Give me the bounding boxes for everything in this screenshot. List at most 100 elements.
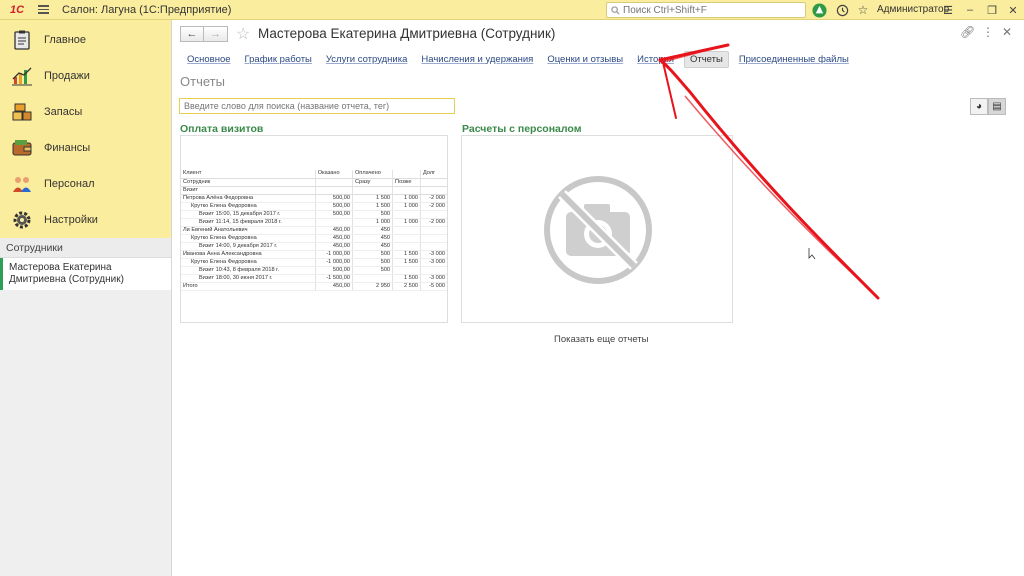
- report-search-input[interactable]: [180, 99, 454, 113]
- close-form-icon[interactable]: ✕: [1002, 25, 1012, 39]
- section-panel: Главное Продажи Запасы Финансы Персонал: [0, 20, 171, 238]
- report-search[interactable]: [179, 98, 455, 114]
- report-row-value: 1 500: [392, 258, 421, 267]
- report-row-value: -1 500,00: [314, 274, 353, 283]
- no-image-camera-icon: [544, 176, 652, 284]
- nav-buttons: ← →: [180, 26, 228, 42]
- link-icon[interactable]: 🔗︎: [960, 25, 975, 39]
- section-settings[interactable]: Настройки: [0, 202, 171, 238]
- arrow-left-icon: ←: [186, 28, 198, 40]
- gear-icon: [10, 208, 34, 232]
- report-table: Клиент Оказано Оплачено Долг Сотрудник Сразу П…: [181, 170, 447, 291]
- report-row-name: Крутко Елена Федоровна: [181, 258, 316, 267]
- report-row-value: 1 500: [351, 194, 393, 203]
- tab-schedule[interactable]: График работы: [245, 52, 312, 67]
- report-row-value: [392, 234, 421, 243]
- report-row-value: 500: [351, 258, 393, 267]
- tab-reviews[interactable]: Оценки и отзывы: [547, 52, 623, 67]
- report-total-row: Итого 450,00 2 950 2 500 -5 000: [181, 282, 447, 291]
- report-row-value: [419, 234, 447, 243]
- report-title-staff-settlements[interactable]: Расчеты с персоналом: [462, 123, 581, 135]
- report-total-cell: -5 000: [419, 282, 447, 291]
- report-total-cell: 450,00: [314, 282, 353, 291]
- report-row-name: Петрова Алёна Федоровна: [181, 194, 316, 203]
- report-row-value: [419, 210, 447, 219]
- report-row-name: Иванова Анна Александровна: [181, 250, 316, 259]
- close-icon[interactable]: ✕: [1005, 2, 1021, 18]
- report-row-value: 450: [351, 226, 393, 235]
- report-row-value: [351, 274, 393, 283]
- show-more-reports-link[interactable]: Показать еще отчеты: [554, 334, 648, 345]
- open-window-item[interactable]: Мастерова Екатерина Дмитриевна (Сотрудни…: [0, 258, 171, 290]
- report-row-value: [392, 210, 421, 219]
- report-header-cell: Оказано: [314, 170, 353, 179]
- report-row-name: Визит 14:00, 9 декабря 2017 г.: [181, 242, 316, 251]
- section-main[interactable]: Главное: [0, 22, 171, 58]
- report-header-cell: Визит: [181, 186, 316, 195]
- report-header-cell: Долг: [419, 170, 447, 179]
- tiles-view-button[interactable]: ◕: [970, 98, 988, 115]
- more-icon[interactable]: ⋮: [982, 25, 994, 39]
- report-title-visit-payments[interactable]: Оплата визитов: [180, 123, 263, 135]
- report-row-value: [419, 226, 447, 235]
- tab-services[interactable]: Услуги сотрудника: [326, 52, 408, 67]
- report-header-row: Сотрудник Сразу Позже: [181, 178, 447, 187]
- report-row-value: 500,00: [314, 194, 353, 203]
- section-finance[interactable]: Финансы: [0, 130, 171, 166]
- app-logo: 1С: [9, 3, 25, 16]
- report-row-value: 500: [351, 250, 393, 259]
- main-area: ← → ☆ Мастерова Екатерина Дмитриевна (Со…: [172, 20, 1024, 576]
- back-button[interactable]: ←: [180, 26, 204, 42]
- table-row: Визит 11:14, 15 февраля 2018 г. 1 000 1 00…: [181, 218, 447, 227]
- report-header-cell: [314, 186, 353, 195]
- open-windows-header: Сотрудники: [0, 238, 171, 258]
- report-row-value: [419, 242, 447, 251]
- report-header-cell: Сразу: [351, 178, 393, 187]
- favorites-icon[interactable]: ☆: [855, 2, 871, 18]
- report-row-value: 1 500: [392, 250, 421, 259]
- global-search[interactable]: [606, 2, 806, 18]
- report-header-cell: [392, 186, 421, 195]
- maximize-icon[interactable]: ❐: [984, 2, 1000, 18]
- tab-attached-files[interactable]: Присоединенные файлы: [739, 52, 849, 67]
- user-name[interactable]: Администратор: [877, 4, 949, 15]
- notifications-icon[interactable]: [811, 2, 827, 18]
- top-bar: 1С Салон: Лагуна (1С:Предприятие) ☆ Адми…: [0, 0, 1024, 20]
- clipboard-icon: [10, 28, 34, 52]
- minimize-icon[interactable]: –: [962, 2, 978, 18]
- bar-chart-icon: [10, 64, 34, 88]
- report-row-value: [392, 226, 421, 235]
- favorite-star-icon[interactable]: ☆: [236, 24, 250, 44]
- section-sales[interactable]: Продажи: [0, 58, 171, 94]
- report-row-value: 500,00: [314, 202, 353, 211]
- report-row-value: -3 000: [419, 250, 447, 259]
- report-row-value: 1 500: [351, 202, 393, 211]
- tab-reports[interactable]: Отчеты: [683, 50, 729, 68]
- global-search-input[interactable]: [623, 4, 803, 16]
- arrow-right-icon: →: [210, 28, 221, 40]
- tab-history[interactable]: История: [637, 52, 674, 67]
- report-row-name: Крутко Елена Федоровна: [181, 202, 316, 211]
- section-staff[interactable]: Персонал: [0, 166, 171, 202]
- tab-main[interactable]: Основное: [187, 52, 231, 67]
- report-header-cell: Оплачено: [351, 170, 393, 179]
- table-row: Визит 14:00, 9 декабря 2017 г. 450,00 450: [181, 242, 447, 251]
- report-row-value: 1 000: [392, 194, 421, 203]
- section-stock[interactable]: Запасы: [0, 94, 171, 130]
- history-icon[interactable]: [834, 2, 850, 18]
- forward-button[interactable]: →: [204, 26, 228, 42]
- report-row-value: -2 000: [419, 218, 447, 227]
- report-preview-visit-payments[interactable]: Клиент Оказано Оплачено Долг Сотрудник Сразу П…: [180, 135, 448, 323]
- report-row-value: 450: [351, 234, 393, 243]
- report-row-value: 500,00: [314, 210, 353, 219]
- report-row-value: [392, 266, 421, 275]
- report-header-cell: [351, 186, 393, 195]
- report-row-name: Крутко Елена Федоровна: [181, 234, 316, 243]
- report-header-cell: [419, 186, 447, 195]
- settings-menu-icon[interactable]: ☰: [940, 2, 956, 18]
- tab-payroll[interactable]: Начисления и удержания: [421, 52, 533, 67]
- report-row-name: Визит 15:00, 15 декабря 2017 г.: [181, 210, 316, 219]
- list-view-button[interactable]: ▤: [988, 98, 1006, 115]
- report-preview-staff-settlements[interactable]: [461, 135, 733, 323]
- main-menu-icon[interactable]: [34, 0, 52, 20]
